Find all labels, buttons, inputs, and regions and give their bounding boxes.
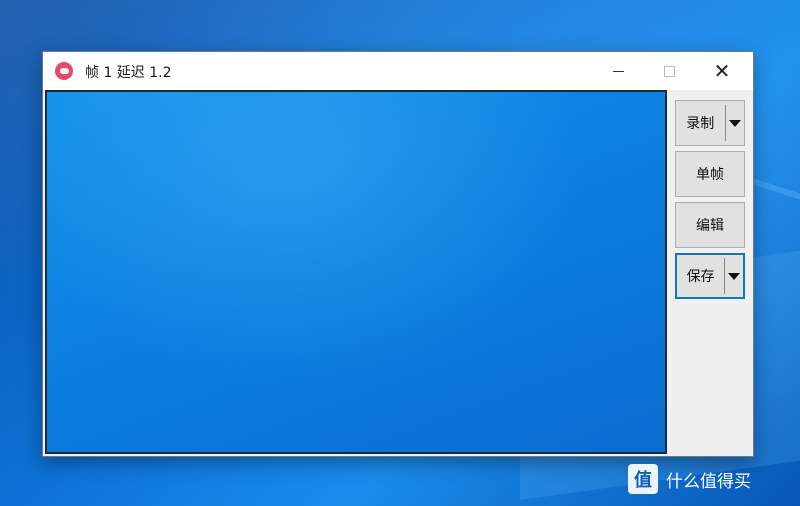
edit-label: 编辑 <box>696 218 724 234</box>
edit-button[interactable]: 编辑 <box>675 202 745 248</box>
watermark: 值 什么值得买 <box>628 462 751 496</box>
app-window: 帧 1 延迟 1.2 ✕ 录制 单帧 编辑 保存 <box>42 51 754 457</box>
capture-area[interactable] <box>45 90 667 454</box>
title-bar[interactable]: 帧 1 延迟 1.2 ✕ <box>43 52 753 90</box>
watermark-logo: 值 <box>628 464 658 494</box>
save-button[interactable]: 保存 <box>675 253 745 299</box>
minimize-button[interactable] <box>595 52 641 90</box>
save-label: 保存 <box>686 269 715 285</box>
minimize-icon <box>612 70 624 72</box>
single-frame-button[interactable]: 单帧 <box>675 151 745 197</box>
single-frame-label: 单帧 <box>696 167 724 183</box>
save-dropdown-arrow-icon[interactable] <box>725 273 743 280</box>
record-dropdown-arrow-icon[interactable] <box>726 120 744 127</box>
watermark-text: 什么值得买 <box>666 471 751 492</box>
record-button[interactable]: 录制 <box>675 100 745 146</box>
close-icon: ✕ <box>713 59 731 83</box>
maximize-button[interactable] <box>646 52 692 90</box>
record-label: 录制 <box>686 116 715 132</box>
maximize-icon <box>663 65 675 77</box>
app-icon <box>55 62 73 80</box>
window-title: 帧 1 延迟 1.2 <box>85 65 172 81</box>
close-button[interactable]: ✕ <box>699 52 745 90</box>
